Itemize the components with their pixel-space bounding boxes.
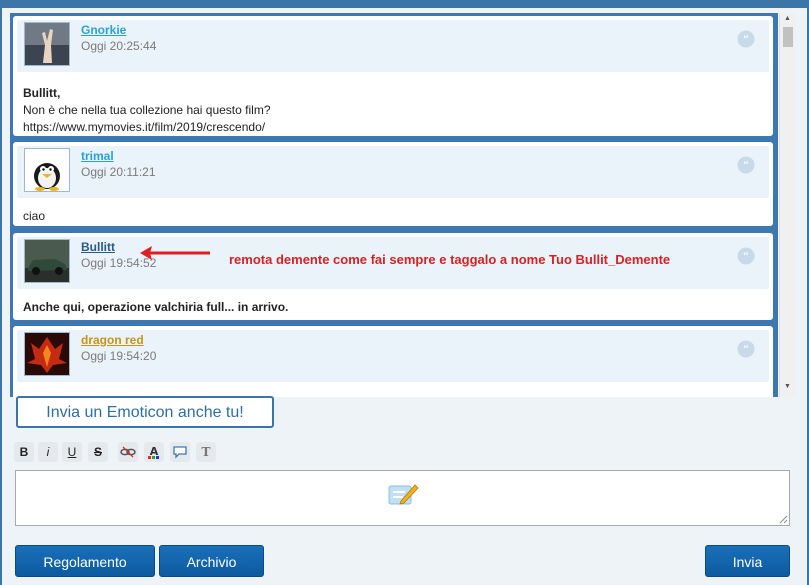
bold-button[interactable]: B: [14, 442, 34, 462]
send-button[interactable]: Invia: [705, 545, 790, 577]
text-color-button[interactable]: A: [144, 442, 164, 462]
svg-text:“: “: [743, 159, 749, 173]
text-color-icon: A: [148, 445, 159, 459]
font-button[interactable]: T: [196, 442, 216, 462]
post-bullitt: Bullitt Oggi 19:54:52 “ Anche qui, opera…: [13, 233, 773, 320]
username[interactable]: Bullitt: [81, 240, 115, 254]
quote-icon[interactable]: “: [737, 30, 755, 48]
quote-icon[interactable]: “: [737, 247, 755, 265]
annotation-text: remota demente come fai sempre e taggalo…: [229, 252, 671, 267]
username[interactable]: trimal: [81, 149, 114, 163]
speech-bubble-icon: [173, 446, 187, 459]
regolamento-button[interactable]: Regolamento: [15, 545, 155, 577]
post-header: trimal Oggi 20:11:21 “: [17, 146, 769, 198]
svg-text:“: “: [743, 343, 749, 357]
timestamp: Oggi 19:54:20: [81, 349, 157, 363]
post-message: Bullitt, Non è che nella tua collezione …: [23, 85, 763, 136]
scroll-thumb[interactable]: [783, 27, 793, 47]
svg-text:“: “: [743, 250, 749, 264]
speech-bubble-button[interactable]: [170, 442, 190, 462]
quote-icon[interactable]: “: [737, 156, 755, 174]
avatar[interactable]: [24, 332, 70, 376]
link-button[interactable]: [118, 442, 138, 462]
underline-button[interactable]: U: [62, 442, 82, 462]
message-feed[interactable]: Gnorkie Oggi 20:25:44 “ Bullitt, Non è c…: [10, 13, 778, 397]
message-line: https://www.mymovies.it/film/2019/cresce…: [23, 120, 266, 134]
post-message: Anche qui, operazione valchiria full... …: [23, 299, 763, 316]
italic-button[interactable]: i: [38, 442, 58, 462]
quote-icon[interactable]: “: [737, 340, 755, 358]
message-line: Bullitt,: [23, 86, 61, 100]
post-gnorkie: Gnorkie Oggi 20:25:44 “ Bullitt, Non è c…: [13, 16, 773, 136]
post-header: Gnorkie Oggi 20:25:44 “: [17, 20, 769, 72]
avatar[interactable]: [24, 148, 70, 192]
post-header: dragon red Oggi 19:54:20 “: [17, 330, 769, 382]
message-input[interactable]: [15, 470, 790, 526]
message-line: Anche qui, operazione valchiria full... …: [23, 300, 289, 314]
window-top-strip: [0, 0, 809, 8]
post-trimal: trimal Oggi 20:11:21 “ ciao: [13, 142, 773, 226]
scroll-up-arrow-icon[interactable]: ▲: [784, 15, 791, 22]
message-line: ciao: [23, 209, 46, 223]
username[interactable]: Gnorkie: [81, 23, 126, 37]
red-arrow-icon: [140, 246, 210, 260]
avatar[interactable]: [24, 239, 70, 283]
link-icon: [120, 446, 136, 458]
post-dragon-red: dragon red Oggi 19:54:20 “: [13, 326, 773, 397]
scroll-down-arrow-icon[interactable]: ▼: [784, 383, 791, 390]
message-line: Non è che nella tua collezione hai quest…: [23, 103, 271, 117]
timestamp: Oggi 20:25:44: [81, 39, 157, 53]
post-message: ciao: [23, 208, 763, 225]
svg-text:“: “: [743, 33, 749, 47]
strikethrough-button[interactable]: S: [88, 442, 108, 462]
archivio-button[interactable]: Archivio: [159, 545, 264, 577]
avatar[interactable]: [24, 22, 70, 66]
username[interactable]: dragon red: [81, 333, 144, 347]
send-emoticon-button[interactable]: Invia un Emoticon anche tu!: [16, 396, 274, 428]
compose-icon: [388, 484, 419, 505]
timestamp: Oggi 20:11:21: [81, 165, 156, 179]
feed-scrollbar[interactable]: ▲ ▼: [779, 13, 796, 397]
resize-grip-icon[interactable]: [778, 514, 788, 524]
